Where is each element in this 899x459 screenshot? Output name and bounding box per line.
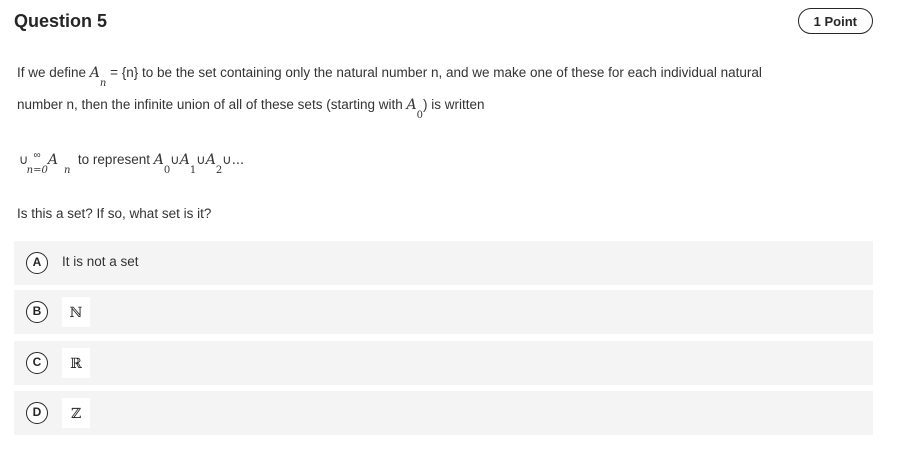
- option-letter-badge: A: [26, 252, 48, 274]
- math-A: A: [89, 65, 100, 81]
- union-symbol: ∪: [196, 153, 206, 168]
- math-sub-1: 1: [189, 165, 197, 176]
- math-A: A: [406, 97, 417, 113]
- option-label: It is not a set: [62, 254, 139, 269]
- union-symbol: ∪: [170, 153, 180, 168]
- math-A: A: [205, 152, 216, 168]
- option-letter-badge: B: [26, 301, 48, 323]
- math-A: A: [179, 152, 190, 168]
- option-a[interactable]: A It is not a set: [14, 241, 873, 285]
- points-badge: 1 Point: [797, 8, 873, 34]
- question-header: Question 5 1 Point: [14, 8, 873, 36]
- question-text-line-1: If we define An = {n} to be the set cont…: [17, 65, 762, 89]
- option-label: ℝ: [62, 348, 90, 378]
- math-sub-n: n: [63, 165, 71, 176]
- math-sub-0: 0: [163, 165, 171, 176]
- union-lower-limit: n=0: [26, 165, 48, 176]
- math-sub-0: 0: [416, 110, 423, 121]
- question-title: Question 5: [14, 11, 108, 31]
- intro-text: If we define: [17, 65, 90, 80]
- line2-text: number n, then the infinite union of all…: [17, 97, 407, 112]
- option-letter-badge: C: [26, 352, 48, 374]
- intro-text-cont: = {n} to be the set containing only the …: [106, 65, 762, 80]
- infinity-symbol: ∞: [33, 150, 41, 161]
- math-sub-2: 2: [215, 165, 223, 176]
- option-label: ℤ: [62, 398, 90, 428]
- option-b[interactable]: B ℕ: [14, 290, 873, 334]
- math-A: A: [47, 152, 58, 168]
- option-label: ℕ: [62, 297, 90, 327]
- option-letter-badge: D: [26, 402, 48, 424]
- question-text-line-2: number n, then the infinite union of all…: [17, 97, 485, 121]
- option-d[interactable]: D ℤ: [14, 391, 873, 435]
- to-represent-text: to represent: [70, 152, 154, 167]
- union-expression: ∪ ∞n=0An to represent A0∪A1∪A2∪...: [19, 150, 245, 176]
- union-ellipsis: ∪...: [222, 153, 245, 168]
- math-A: A: [153, 152, 164, 168]
- option-c[interactable]: C ℝ: [14, 341, 873, 385]
- math-sub-n: n: [99, 78, 107, 89]
- question-prompt: Is this a set? If so, what set is it?: [17, 206, 212, 221]
- line2-text-cont: ) is written: [422, 97, 485, 112]
